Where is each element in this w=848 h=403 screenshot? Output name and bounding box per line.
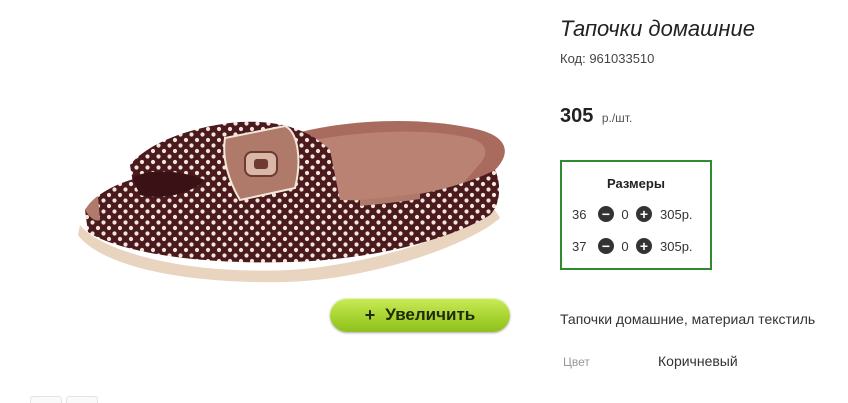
quantity-value: 0 xyxy=(621,238,629,254)
color-value: Коричневый xyxy=(658,353,738,369)
product-page: + Увеличить Тапочки домашние Код: 961033… xyxy=(0,0,848,403)
size-number: 36 xyxy=(572,206,587,222)
quantity-value: 0 xyxy=(621,206,629,222)
sizes-title: Размеры xyxy=(607,176,665,191)
product-image[interactable] xyxy=(40,60,540,320)
size-price: 305р. xyxy=(660,206,693,222)
minus-icon[interactable]: − xyxy=(598,238,614,254)
zoom-button-label: Увеличить xyxy=(385,305,476,324)
zoom-button[interactable]: + Увеличить xyxy=(330,298,510,332)
size-row: 36 − 0 + 305р. xyxy=(572,204,693,224)
thumbnail-strip xyxy=(30,396,98,403)
product-code: Код: 961033510 xyxy=(560,51,655,66)
color-label: Цвет xyxy=(563,355,590,369)
thumbnail[interactable] xyxy=(30,396,62,403)
product-title: Тапочки домашние xyxy=(560,16,755,41)
product-description: Тапочки домашние, материал текстиль xyxy=(560,311,816,327)
size-price: 305р. xyxy=(660,238,693,254)
price: 305 р./шт. xyxy=(560,105,632,128)
size-number: 37 xyxy=(572,238,587,254)
plus-icon[interactable]: + xyxy=(636,238,652,254)
sizes-box: Размеры 36 − 0 + 305р. 37 − 0 + 305р. xyxy=(560,160,712,270)
thumbnail[interactable] xyxy=(66,396,98,403)
plus-icon: + xyxy=(364,304,376,325)
price-unit: р./шт. xyxy=(601,111,633,125)
price-value: 305 xyxy=(560,105,594,127)
minus-icon[interactable]: − xyxy=(598,206,614,222)
plus-icon[interactable]: + xyxy=(636,206,652,222)
slipper-illustration xyxy=(78,120,505,283)
size-row: 37 − 0 + 305р. xyxy=(572,236,693,256)
